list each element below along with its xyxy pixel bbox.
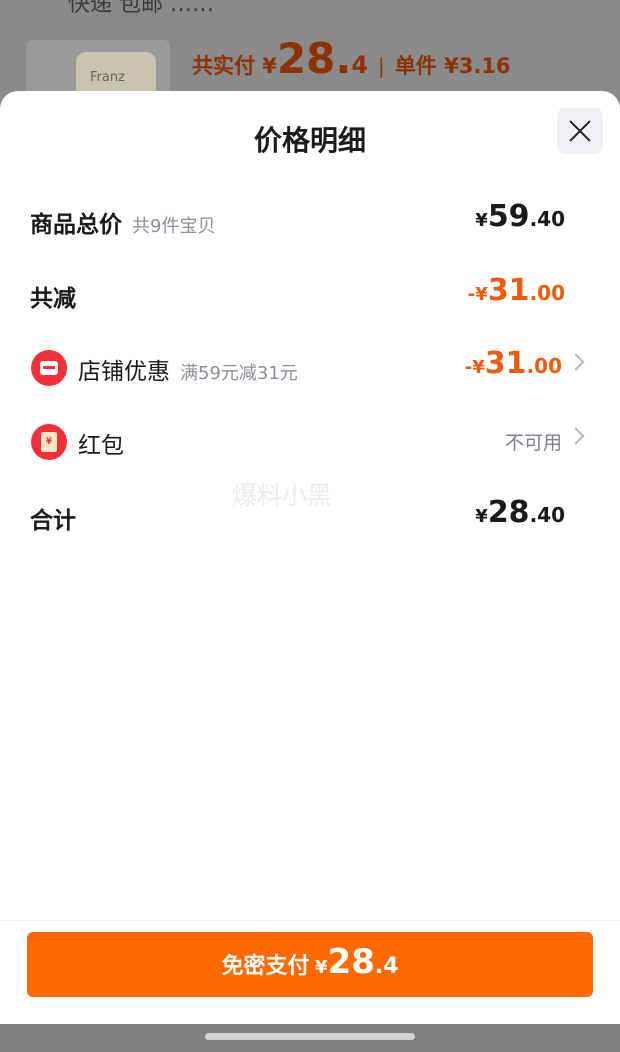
- red-packet-status: 不可用: [504, 432, 562, 454]
- subtotal-amount: ¥59.40: [475, 199, 565, 234]
- discount-total-row: 共减 -¥31.00: [0, 273, 620, 317]
- system-nav-bar: [0, 1024, 620, 1052]
- store-coupon-rule: 满59元减31元: [180, 363, 298, 384]
- background-total-int: 28.: [276, 34, 352, 83]
- discount-total-amount: -¥31.00: [468, 273, 565, 308]
- red-packet-row[interactable]: ¥ 红包 不可用: [0, 420, 620, 464]
- background-separator: |: [378, 54, 385, 78]
- close-button[interactable]: [557, 108, 603, 154]
- amount-int: 31: [487, 273, 530, 308]
- amount-int: 59: [487, 199, 530, 234]
- amount-int: 28: [487, 495, 530, 530]
- pay-button-content: 免密支付 ¥28.4: [27, 942, 593, 982]
- amount-dec: .00: [529, 281, 565, 305]
- currency-symbol: ¥: [475, 284, 488, 305]
- store-icon-shape: [40, 361, 58, 375]
- background-top-text: 快递 包邮 ……: [68, 0, 214, 17]
- currency-symbol: ¥: [475, 506, 488, 527]
- pay-amount-dec: .4: [374, 954, 399, 979]
- red-packet-icon: ¥: [31, 424, 67, 460]
- store-coupon-label: 店铺优惠 满59元减31元: [78, 352, 298, 386]
- item-count-text: 共9件宝贝: [132, 216, 216, 237]
- total-amount: ¥28.40: [475, 495, 565, 530]
- price-detail-sheet: 价格明细 商品总价 共9件宝贝 ¥59.40 共减 -¥31.00 店铺优惠 满59…: [0, 91, 620, 1024]
- currency-symbol: ¥: [472, 357, 485, 378]
- background-unit-price: 单件 ¥3.16: [394, 54, 511, 78]
- pay-button[interactable]: 免密支付 ¥28.4: [27, 932, 593, 997]
- background-price: 共实付 ¥28.4 | 单件 ¥3.16: [192, 34, 511, 83]
- store-coupon-row[interactable]: 店铺优惠 满59元减31元 -¥31.00: [0, 346, 620, 390]
- amount-dec: .00: [526, 354, 562, 378]
- footer-divider: [0, 920, 620, 921]
- chevron-right-icon: [567, 353, 585, 371]
- currency-symbol: ¥: [475, 210, 488, 231]
- background-total-label: 共实付 ¥: [192, 54, 277, 78]
- red-packet-glyph: ¥: [41, 432, 57, 452]
- sheet-title: 价格明细: [253, 124, 366, 157]
- amount-dec: .40: [529, 207, 565, 231]
- total-row: 合计 ¥28.40: [0, 495, 620, 539]
- home-indicator[interactable]: [205, 1033, 415, 1040]
- currency-symbol: ¥: [315, 957, 328, 978]
- pay-button-label: 免密支付: [221, 954, 310, 979]
- amount-int: 31: [484, 346, 527, 381]
- subtotal-row: 商品总价 共9件宝贝 ¥59.40: [0, 199, 620, 243]
- chevron-right-icon: [567, 427, 585, 445]
- product-brand-text: Franz: [90, 70, 125, 85]
- subtotal-label: 商品总价 共9件宝贝: [30, 205, 215, 239]
- pay-amount-int: 28: [327, 942, 375, 982]
- store-icon: [31, 350, 67, 386]
- red-packet-label: 红包: [78, 433, 124, 459]
- store-coupon-label-text: 店铺优惠: [78, 359, 170, 385]
- amount-dec: .40: [529, 503, 565, 527]
- background-total-dec: 4: [351, 51, 369, 79]
- total-label: 合计: [30, 508, 76, 534]
- discount-total-label: 共减: [30, 286, 76, 312]
- store-coupon-amount: -¥31.00: [465, 346, 562, 381]
- subtotal-label-text: 商品总价: [30, 212, 122, 238]
